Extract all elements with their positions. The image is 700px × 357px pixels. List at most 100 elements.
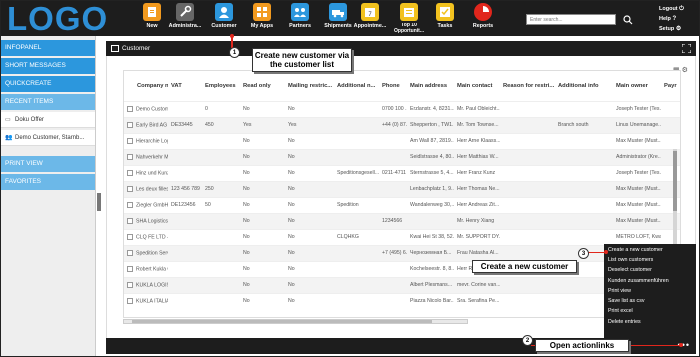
- sidebar-resize-handle[interactable]: [97, 193, 101, 211]
- row-checkbox[interactable]: [127, 281, 133, 288]
- table-row[interactable]: Demo Customer0NoNo0700 100 ...Erzlanstr.…: [124, 100, 680, 117]
- sidebar-section-favorites[interactable]: FAVORITES: [1, 174, 95, 190]
- menu-item-print-view[interactable]: Print view: [604, 286, 696, 296]
- company-name: KUKLA LOGISTI...: [136, 282, 168, 289]
- apps-grid-icon: [253, 3, 271, 21]
- nav-tasks[interactable]: Tasks: [426, 3, 464, 36]
- row-checkbox[interactable]: [127, 137, 133, 144]
- sidebar-section-short-messages[interactable]: SHORT MESSAGES: [1, 58, 95, 74]
- recent-item[interactable]: ▭ Doku Offer: [1, 112, 95, 128]
- nav-top10-opportunities[interactable]: Top 10 Opportunit...: [387, 3, 431, 36]
- table-cell: Albert Plesmans...: [407, 276, 454, 293]
- column-header[interactable]: Read only: [240, 71, 285, 101]
- callout-2-dot: [679, 343, 683, 347]
- menu-item-merge-customers[interactable]: Kunden zusammenführen: [604, 276, 696, 286]
- action-links-menu: Create a new customer List own customers…: [604, 244, 696, 338]
- menu-item-create-customer[interactable]: Create a new customer: [604, 245, 696, 255]
- sidebar-section-quickcreate[interactable]: QUICKCREATE: [1, 76, 95, 92]
- table-cell: No: [240, 100, 285, 117]
- table-cell: SHA Logistics SA: [124, 212, 168, 229]
- row-checkbox[interactable]: [127, 249, 133, 256]
- table-cell: Kochelseestr. 8, 8...: [407, 260, 454, 277]
- table-cell: No: [240, 148, 285, 165]
- search-icon[interactable]: [622, 14, 634, 25]
- nav-administration[interactable]: Administra...: [164, 3, 206, 36]
- row-checkbox[interactable]: [127, 201, 133, 208]
- table-cell: [661, 228, 680, 245]
- table-cell: [500, 276, 555, 293]
- nav-reports[interactable]: Reports: [464, 3, 502, 36]
- expand-icon[interactable]: [682, 44, 691, 53]
- callout-3: Create a new customer: [472, 260, 577, 273]
- column-header[interactable]: Main address: [407, 71, 454, 101]
- row-checkbox[interactable]: [127, 185, 133, 192]
- callout-1-number: 1: [229, 47, 240, 58]
- column-header[interactable]: Additional n...: [334, 71, 379, 101]
- table-cell: [168, 164, 202, 181]
- table-cell: No: [285, 164, 334, 181]
- menu-item-print-excel[interactable]: Print excel: [604, 306, 696, 316]
- callout-2: Open actionlinks: [535, 339, 629, 352]
- table-row[interactable]: KUKLA ITALIA S... NoNo Piazza Nicolo Bar..…: [124, 292, 680, 309]
- menu-item-deselect-customer[interactable]: Deselect customer: [604, 265, 696, 275]
- company-name: Hinz und Kunz ...: [136, 170, 168, 177]
- table-cell: Piazza Nicolo Bar...: [407, 292, 454, 309]
- logout-link[interactable]: Logout ⏻: [659, 4, 699, 14]
- row-checkbox[interactable]: [127, 105, 133, 112]
- shipment-icon: [329, 3, 347, 21]
- nav-appointments[interactable]: 7 Appointme...: [349, 3, 391, 36]
- sidebar-section-recent-items[interactable]: RECENT ITEMS: [1, 94, 95, 110]
- table-row[interactable]: Hinz und Kunz ...NoNoSpeditionsgesell...…: [124, 164, 680, 181]
- row-checkbox[interactable]: [127, 153, 133, 160]
- help-link[interactable]: Help ?: [659, 14, 699, 24]
- setup-link[interactable]: Setup ⚙: [659, 24, 699, 34]
- menu-item-save-csv[interactable]: Save list as csv: [604, 296, 696, 306]
- row-checkbox[interactable]: [127, 217, 133, 224]
- table-row[interactable]: Nahverkehr Mu... NoNo Seidlstrasse 4, 80..…: [124, 148, 680, 165]
- sidebar-section-infopanel[interactable]: INFOPANEL: [1, 40, 95, 56]
- recent-item[interactable]: 👥 Demo Customer, Starnb...: [1, 130, 95, 146]
- table-row[interactable]: Hierarchie Logi... NoNo Am Wall 87, 2819..…: [124, 132, 680, 149]
- column-header[interactable]: Reason for restri...: [500, 71, 555, 101]
- column-header[interactable]: Payr: [661, 71, 680, 101]
- row-checkbox[interactable]: [127, 265, 133, 272]
- horizontal-scrollbar[interactable]: [123, 319, 468, 324]
- table-row[interactable]: Ziegler GmbH DE123456 50 No No Spedition Wanda…: [124, 196, 680, 213]
- logo[interactable]: LOGO: [7, 1, 108, 36]
- table-cell: 123 456 789: [168, 180, 202, 197]
- row-checkbox[interactable]: [127, 298, 133, 305]
- user-links: Logout ⏻ Help ? Setup ⚙: [659, 4, 699, 34]
- table-row[interactable]: CLQ FE LTD - H...NoNoCLQHKGKwai Hei St 3…: [124, 228, 680, 245]
- row-checkbox[interactable]: [127, 121, 133, 128]
- column-header[interactable]: Phone: [379, 71, 407, 101]
- search-input[interactable]: Enter search...: [526, 14, 616, 25]
- table-cell: [500, 244, 555, 261]
- table-row[interactable]: Spedition Servi... NoNo +7 (495) 6...Черно…: [124, 244, 680, 261]
- table-row[interactable]: Les deux filles 123 456 789 250 No No Lenbach…: [124, 180, 680, 197]
- nav-my-apps[interactable]: My Apps: [243, 3, 281, 36]
- table-cell: Nahverkehr Mu...: [124, 148, 168, 165]
- column-header[interactable]: Main contact: [454, 71, 500, 101]
- column-header[interactable]: Employees: [202, 71, 240, 101]
- nav-customer[interactable]: Customer: [205, 3, 243, 36]
- recent-item-label: Doku Offer: [15, 117, 44, 123]
- column-header[interactable]: Additional info: [555, 71, 613, 101]
- column-header[interactable]: Mailing restric...: [285, 71, 334, 101]
- menu-item-list-own-customers[interactable]: List own customers: [604, 255, 696, 265]
- nav-partners[interactable]: Partners: [281, 3, 319, 36]
- sidebar-section-print-view[interactable]: PRINT VIEW: [1, 156, 95, 172]
- menu-item-delete-entries[interactable]: Delete entries: [604, 317, 696, 327]
- table-row[interactable]: KUKLA LOGISTI... NoNo Albert Plesmans...me…: [124, 276, 680, 293]
- column-header[interactable]: Company na...: [124, 71, 168, 101]
- table-cell: [555, 132, 613, 149]
- table-row[interactable]: Robert Kukla G... NoNo Kochelseestr. 8, 8.…: [124, 260, 680, 277]
- row-checkbox[interactable]: [127, 169, 133, 176]
- table-row[interactable]: SHA Logistics SA NoNo 1234566 Mr. Henry Xia…: [124, 212, 680, 229]
- row-checkbox[interactable]: [127, 233, 133, 240]
- company-name: Ziegler GmbH: [136, 202, 168, 209]
- table-cell: [500, 132, 555, 149]
- table-row[interactable]: Early Bird AGDE33445450YesYes+44 (0) 87.…: [124, 116, 680, 133]
- column-header[interactable]: VAT: [168, 71, 202, 101]
- gear-icon[interactable]: ⚙: [682, 67, 688, 74]
- column-header[interactable]: Main owner: [613, 71, 661, 101]
